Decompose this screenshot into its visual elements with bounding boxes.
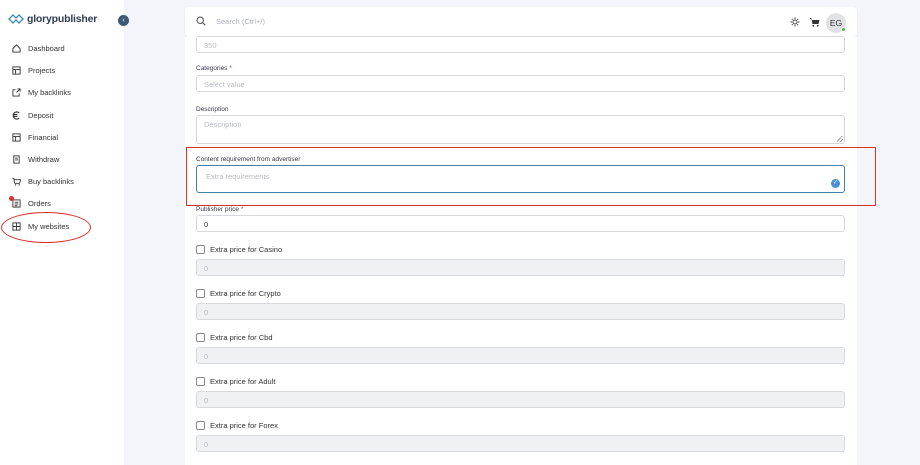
extra-crypto-input: 0 xyxy=(196,303,845,320)
euro-icon xyxy=(12,111,20,120)
sidebar-item-orders[interactable]: Orders xyxy=(9,196,51,208)
sidebar-item-label: Orders xyxy=(28,199,51,208)
extra-casino-checkbox[interactable] xyxy=(196,245,205,254)
sidebar-item-label: Buy backlinks xyxy=(28,177,74,186)
layout-icon xyxy=(12,133,21,142)
sidebar-item-label: Dashboard xyxy=(28,44,65,53)
top-number-input[interactable]: 350 xyxy=(196,36,845,53)
sidebar-item-dashboard[interactable]: Dashboard xyxy=(12,44,65,53)
orders-icon-wrap xyxy=(9,196,21,208)
extra-cbd-checkbox[interactable] xyxy=(196,333,205,342)
cart-icon xyxy=(12,177,21,186)
highlight-ellipse xyxy=(1,212,91,243)
extra-forex-row[interactable]: Extra price for Forex xyxy=(196,421,278,430)
website-form: 350 Categories * Select value Descriptio… xyxy=(185,36,857,465)
required-mark: * xyxy=(229,65,232,72)
extra-forex-input: 0 xyxy=(196,435,845,452)
brand-name: glorypublisher xyxy=(27,13,97,25)
search-input[interactable]: Search (Ctrl+/) xyxy=(216,17,265,26)
extra-casino-row[interactable]: Extra price for Casino xyxy=(196,245,282,254)
sidebar-item-my-backlinks[interactable]: My backlinks xyxy=(12,88,71,97)
description-textarea[interactable]: Description xyxy=(196,115,845,144)
online-status-dot xyxy=(841,27,846,32)
extra-crypto-checkbox[interactable] xyxy=(196,289,205,298)
layout-icon xyxy=(12,66,21,75)
sidebar-item-label: Deposit xyxy=(28,111,54,120)
receipt-icon xyxy=(13,155,20,164)
search-icon[interactable] xyxy=(196,16,206,26)
extra-adult-label: Extra price for Adult xyxy=(210,377,276,386)
categories-label-text: Categories xyxy=(196,65,228,72)
sidebar-item-projects[interactable]: Projects xyxy=(12,66,55,75)
extra-adult-checkbox[interactable] xyxy=(196,377,205,386)
extra-crypto-row[interactable]: Extra price for Crypto xyxy=(196,289,281,298)
publisher-price-label-text: Publisher price xyxy=(196,206,239,213)
notification-badge xyxy=(9,196,14,201)
brand-logo[interactable]: glorypublisher xyxy=(8,13,97,25)
sidebar-item-financial[interactable]: Financial xyxy=(12,133,58,142)
description-placeholder: Description xyxy=(204,120,242,129)
resize-handle-icon[interactable] xyxy=(837,136,843,142)
cart-icon[interactable] xyxy=(809,17,820,27)
sidebar-item-label: My backlinks xyxy=(28,88,71,97)
sun-icon[interactable] xyxy=(790,17,800,27)
sidebar: glorypublisher Dashboard Projects My bac… xyxy=(0,0,124,465)
home-icon xyxy=(12,44,21,53)
categories-label: Categories * xyxy=(196,65,232,72)
brand-name-a: glory xyxy=(27,13,52,25)
extra-adult-input: 0 xyxy=(196,391,845,408)
extra-cbd-label: Extra price for Cbd xyxy=(210,333,273,342)
required-mark: * xyxy=(240,206,244,213)
top-header: Search (Ctrl+/) EG xyxy=(185,7,857,37)
sidebar-item-label: Projects xyxy=(28,66,56,75)
extra-forex-label: Extra price for Forex xyxy=(210,421,278,430)
highlight-box xyxy=(186,147,876,206)
list-icon xyxy=(12,199,21,208)
extra-forex-checkbox[interactable] xyxy=(196,421,205,430)
categories-select[interactable]: Select value xyxy=(196,75,845,92)
sidebar-item-withdraw[interactable]: Withdraw xyxy=(12,155,59,164)
sidebar-item-buy-backlinks[interactable]: Buy backlinks xyxy=(12,177,74,186)
external-link-icon xyxy=(12,88,21,97)
extra-casino-label: Extra price for Casino xyxy=(210,245,283,254)
extra-cbd-input: 0 xyxy=(196,347,845,364)
sidebar-item-label: Financial xyxy=(28,133,59,142)
publisher-price-input[interactable]: 0 xyxy=(196,215,845,232)
extra-crypto-label: Extra price for Crypto xyxy=(210,289,281,298)
extra-adult-row[interactable]: Extra price for Adult xyxy=(196,377,275,386)
chevron-left-icon[interactable]: ‹ xyxy=(118,15,129,26)
brand-name-b: publisher xyxy=(51,13,98,25)
extra-casino-input: 0 xyxy=(196,259,845,276)
sidebar-item-deposit[interactable]: Deposit xyxy=(12,111,53,120)
logo-icon xyxy=(8,14,24,24)
sidebar-item-label: Withdraw xyxy=(28,155,60,164)
extra-cbd-row[interactable]: Extra price for Cbd xyxy=(196,333,273,342)
description-label: Description xyxy=(196,106,229,113)
publisher-price-label: Publisher price * xyxy=(196,206,243,213)
